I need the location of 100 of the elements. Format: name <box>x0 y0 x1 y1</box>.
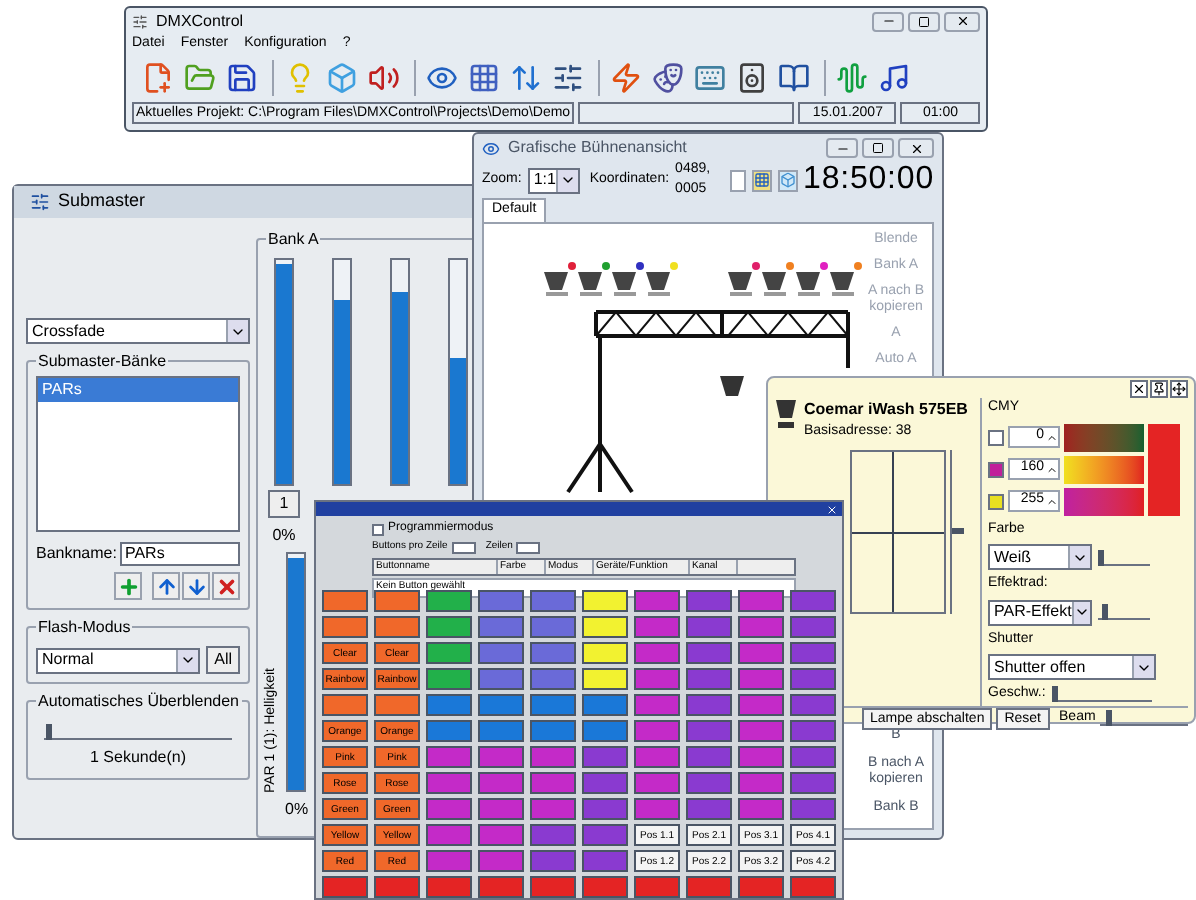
per-row-field[interactable] <box>451 541 476 554</box>
fader-reading: 0% <box>285 798 309 822</box>
grid-button[interactable] <box>466 60 502 96</box>
scene-button[interactable] <box>426 590 472 612</box>
moving-head-icon <box>774 398 798 430</box>
moving-head-icon[interactable] <box>762 272 786 296</box>
minimize-button[interactable] <box>826 138 858 158</box>
close-icon[interactable] <box>826 503 838 515</box>
maximize-button[interactable] <box>862 138 894 158</box>
moving-head-icon[interactable] <box>720 376 744 396</box>
checkbox[interactable] <box>372 523 384 535</box>
up-down-arrow-button[interactable] <box>508 60 544 96</box>
zoom-dropdown[interactable]: 1:1 <box>527 167 580 193</box>
fader-reading: 0% <box>272 524 296 548</box>
scene-button[interactable] <box>426 642 472 664</box>
scene-button[interactable] <box>582 668 628 690</box>
pin-button[interactable] <box>1150 380 1168 398</box>
lightning-button[interactable] <box>608 60 644 96</box>
masks-button[interactable] <box>650 60 686 96</box>
cube-tool-button[interactable] <box>777 169 798 191</box>
device-name: Coemar iWash 575EB <box>804 398 968 422</box>
shutter-dropdown[interactable]: Shutter offen <box>988 654 1156 680</box>
slider-track[interactable] <box>1098 549 1150 565</box>
cube-button[interactable] <box>324 60 360 96</box>
fader-number-button[interactable]: 1 <box>268 490 300 518</box>
maximize-icon <box>918 15 930 27</box>
rows-field[interactable] <box>516 541 541 554</box>
music-note-button[interactable] <box>876 60 912 96</box>
book-button[interactable] <box>776 60 812 96</box>
slider-track[interactable] <box>950 449 962 613</box>
waveform-button[interactable] <box>834 60 870 96</box>
moving-head-icon[interactable] <box>612 272 636 296</box>
slider-thumb[interactable] <box>45 724 52 740</box>
minimize-button[interactable] <box>872 11 904 31</box>
moving-head-icon[interactable] <box>796 272 820 296</box>
close-button[interactable] <box>1130 380 1148 398</box>
eye-icon <box>482 139 500 157</box>
gradient-bar <box>1064 455 1144 483</box>
sliders-icon <box>30 192 50 212</box>
window-title: DMXControl <box>156 9 246 33</box>
color-dropdown[interactable]: Weiß <box>988 544 1092 570</box>
fader-track[interactable] <box>390 258 410 486</box>
gradient-bar <box>1064 423 1144 451</box>
speaker-button[interactable] <box>366 60 402 96</box>
moving-head-icon[interactable] <box>728 272 752 296</box>
move-up-button[interactable] <box>152 572 180 600</box>
minimize-icon <box>881 14 895 28</box>
slider-track[interactable] <box>1099 710 1188 726</box>
color-preview <box>1148 423 1180 515</box>
fader-track[interactable] <box>286 552 307 792</box>
close-button[interactable] <box>898 138 934 158</box>
slider-thumb[interactable] <box>1101 604 1108 620</box>
all-button[interactable]: All <box>206 646 240 674</box>
moving-head-icon[interactable] <box>578 272 602 296</box>
bankname-field[interactable]: PARs <box>120 542 240 566</box>
moving-head-icon[interactable] <box>830 272 854 296</box>
window-title: Submaster <box>58 188 146 215</box>
fader-track[interactable] <box>448 258 468 486</box>
move-down-button[interactable] <box>182 572 210 600</box>
scene-button[interactable] <box>582 590 628 612</box>
fader-track[interactable] <box>332 258 352 486</box>
add-button[interactable] <box>114 572 142 600</box>
slider-thumb[interactable] <box>952 527 964 533</box>
moving-head-icon[interactable] <box>646 272 670 296</box>
slider-thumb[interactable] <box>1051 686 1058 703</box>
grid-tool-button[interactable] <box>751 169 772 191</box>
maximize-icon <box>872 142 884 154</box>
maximize-button[interactable] <box>908 11 940 31</box>
moving-head-icon[interactable] <box>544 272 568 296</box>
flash-mode-dropdown[interactable]: Normal <box>36 647 201 673</box>
pan-tilt-pad[interactable] <box>850 449 946 613</box>
scene-button[interactable] <box>426 668 472 690</box>
new-file-button[interactable] <box>140 60 176 96</box>
sliders-button[interactable] <box>550 60 586 96</box>
scene-button[interactable] <box>582 616 628 638</box>
fader-track[interactable] <box>274 258 294 486</box>
slider-track[interactable] <box>44 724 232 740</box>
clock: 18:50:00 <box>803 160 934 200</box>
effect-dropdown[interactable]: PAR-Effekt <box>988 599 1092 625</box>
mode-dropdown[interactable]: Crossfade <box>26 318 250 344</box>
select-tool-button[interactable] <box>729 169 746 191</box>
close-button[interactable] <box>944 11 980 31</box>
fade-time-reading: 1 Sekunde(n) <box>87 746 189 770</box>
window-title: Grafische Bühnenansicht <box>508 136 689 160</box>
close-icon <box>955 14 969 28</box>
speaker-button[interactable] <box>734 60 770 96</box>
slider-thumb[interactable] <box>1098 549 1105 565</box>
move-button[interactable] <box>1170 380 1188 398</box>
close-icon <box>909 141 923 155</box>
bankname-label: Bankname: <box>36 542 117 566</box>
gradient-bar <box>1064 487 1144 515</box>
scene-button[interactable] <box>582 642 628 664</box>
keyboard-button[interactable] <box>692 60 728 96</box>
scene-button[interactable] <box>426 616 472 638</box>
save-button[interactable] <box>224 60 260 96</box>
bank-list-item[interactable]: PARs <box>38 378 238 402</box>
slider-thumb[interactable] <box>1106 710 1113 726</box>
delete-button[interactable] <box>212 572 240 600</box>
slider-track[interactable] <box>1051 686 1152 703</box>
slider-track[interactable] <box>1098 604 1150 620</box>
